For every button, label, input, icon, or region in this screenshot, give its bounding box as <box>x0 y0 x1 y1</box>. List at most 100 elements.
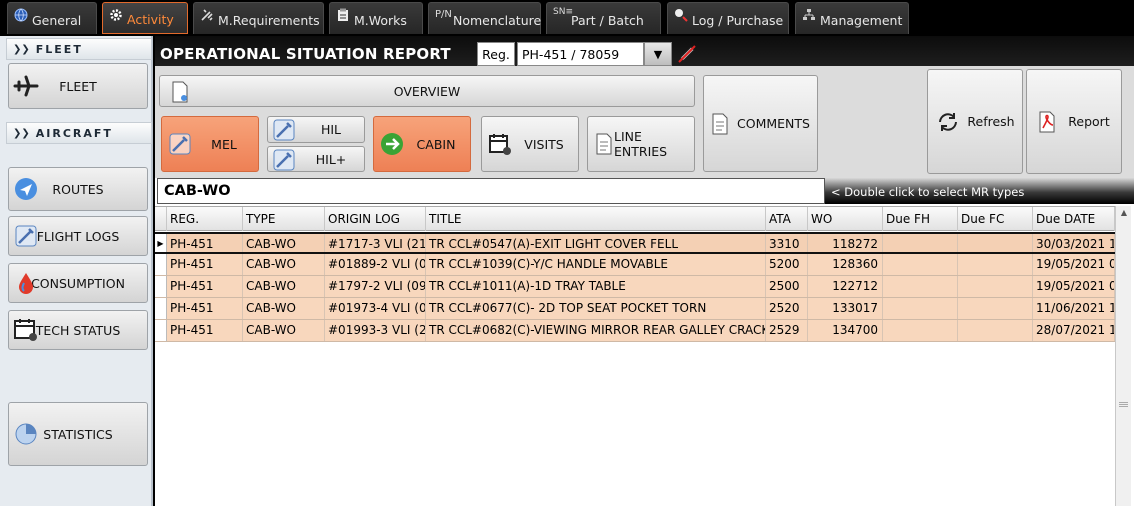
tab-label: M.Requirements <box>218 13 320 28</box>
table-cell: 28/07/2021 1 <box>1033 320 1115 341</box>
column-header[interactable]: Due FH <box>883 207 958 231</box>
top-tab-bar: General Activity M.Requirements M.Works … <box>0 0 1134 36</box>
table-cell: #01993-3 VLI (2 <box>325 320 426 341</box>
table-cell: PH-451 <box>167 276 243 297</box>
document-icon <box>596 133 612 155</box>
title-bar: OPERATIONAL SITUATION REPORT Reg. PH-451… <box>155 36 1134 66</box>
calendar-gear-icon <box>489 134 511 155</box>
button-label: Report <box>1068 114 1110 129</box>
sidebar-item-statistics[interactable]: STATISTICS <box>8 402 148 466</box>
wrench-icon <box>169 133 191 155</box>
column-header[interactable]: TYPE <box>243 207 325 231</box>
row-indicator[interactable] <box>155 320 167 341</box>
sidebar-section-fleet[interactable]: ❯❯ FLEET <box>6 38 152 60</box>
scroll-up-icon[interactable]: ▲ <box>1118 208 1130 220</box>
tab-nomenclature[interactable]: P/N Nomenclature <box>428 2 541 34</box>
sidebar-item-flight-logs[interactable]: FLIGHT LOGS <box>8 216 148 256</box>
tab-activity[interactable]: Activity <box>102 2 188 34</box>
button-label: CABIN <box>416 136 456 152</box>
reg-dropdown-button[interactable]: ▼ <box>644 42 672 66</box>
sidebar: ❯❯ FLEET FLEET ❯❯ AIRCRAFT ROUTES FLIGHT… <box>0 36 153 506</box>
table-row[interactable]: ▶ PH-451 CAB-WO #1717-3 VLI (21- TR CCL#0547… <box>155 232 1119 254</box>
row-indicator-header <box>155 207 167 231</box>
tab-part-batch[interactable]: SN≡ Part / Batch <box>546 2 661 34</box>
tab-general[interactable]: General <box>7 2 97 34</box>
table-row[interactable]: PH-451 CAB-WO #01993-3 VLI (2 TR CCL#0682(C… <box>155 320 1119 342</box>
tab-m-works[interactable]: M.Works <box>329 2 423 34</box>
column-header[interactable]: Due DATE <box>1033 207 1115 231</box>
table-cell: #1717-3 VLI (21- <box>325 234 426 252</box>
pie-chart-icon <box>15 423 37 445</box>
table-cell: 2500 <box>766 276 808 297</box>
table-cell: 118272 <box>808 234 883 252</box>
column-header[interactable]: Due FC <box>958 207 1033 231</box>
row-indicator[interactable] <box>155 276 167 297</box>
button-label: LINE ENTRIES <box>614 129 668 159</box>
gear-icon <box>110 9 122 21</box>
hil-button[interactable]: HIL <box>267 116 365 143</box>
line-entries-button[interactable]: LINE ENTRIES <box>587 116 695 172</box>
column-header[interactable]: REG. <box>167 207 243 231</box>
row-indicator[interactable] <box>155 254 167 275</box>
clipboard-icon <box>338 8 348 21</box>
table-cell: TR CCL#1039(C)-Y/C HANDLE MOVABLE <box>426 254 766 275</box>
table-cell: 3310 <box>766 234 808 252</box>
table-cell <box>883 254 958 275</box>
tab-m-requirements[interactable]: M.Requirements <box>193 2 324 34</box>
tab-label: Activity <box>127 12 174 27</box>
row-indicator[interactable]: ▶ <box>155 234 167 252</box>
chevron-down-icon: ❯❯ <box>13 43 30 55</box>
sidebar-item-routes[interactable]: ROUTES <box>8 167 148 211</box>
mr-type-field[interactable]: CAB-WO <box>157 178 825 204</box>
cabin-button[interactable]: CABIN <box>373 116 471 172</box>
document-icon <box>172 81 188 103</box>
sidebar-section-aircraft[interactable]: ❯❯ AIRCRAFT <box>6 122 152 144</box>
org-chart-icon <box>803 9 815 20</box>
button-label: COMMENTS <box>737 116 810 131</box>
pn-icon: P/N <box>435 9 452 20</box>
refresh-icon <box>939 113 957 131</box>
overview-button[interactable]: OVERVIEW <box>159 75 695 107</box>
column-header[interactable]: TITLE <box>426 207 766 231</box>
tab-log-purchase[interactable]: Log / Purchase <box>667 2 789 34</box>
hil-plus-button[interactable]: HIL+ <box>267 146 365 172</box>
table-cell <box>958 234 1033 252</box>
visits-button[interactable]: VISITS <box>481 116 579 172</box>
sidebar-item-consumption[interactable]: CONSUMPTION <box>8 263 148 303</box>
sidebar-item-fleet[interactable]: FLEET <box>8 63 148 109</box>
mel-button[interactable]: MEL <box>161 116 259 172</box>
comments-button[interactable]: COMMENTS <box>703 75 818 172</box>
table-cell <box>958 298 1033 319</box>
table-row[interactable]: PH-451 CAB-WO #01973-4 VLI (0 TR CCL#0677(C… <box>155 298 1119 320</box>
table-cell: #01889-2 VLI (0! <box>325 254 426 275</box>
report-button[interactable]: Report <box>1026 69 1122 174</box>
column-header[interactable]: ORIGIN LOG <box>325 207 426 231</box>
table-cell: #1797-2 VLI (09- <box>325 276 426 297</box>
sidebar-item-label: ROUTES <box>52 181 104 197</box>
table-cell: 2529 <box>766 320 808 341</box>
tab-management[interactable]: Management <box>795 2 909 34</box>
column-header[interactable]: WO <box>808 207 883 231</box>
tab-label: Management <box>820 13 903 28</box>
vertical-scrollbar[interactable]: ▲ <box>1115 206 1131 506</box>
reg-select[interactable]: PH-451 / 78059 <box>517 42 644 66</box>
sidebar-item-label: CONSUMPTION <box>31 275 125 291</box>
column-header[interactable]: ATA <box>766 207 808 231</box>
table-cell: CAB-WO <box>243 234 325 252</box>
pen-edit-icon[interactable] <box>677 44 697 64</box>
table-cell: 134700 <box>808 320 883 341</box>
refresh-button[interactable]: Refresh <box>927 69 1023 174</box>
table-cell: 30/03/2021 1 <box>1033 234 1115 252</box>
scroll-grip <box>1119 402 1128 403</box>
pdf-icon <box>1039 111 1055 133</box>
toolbar: OVERVIEW MEL HIL HIL+ CABIN VISITS LINE … <box>155 66 1134 178</box>
wrench-icon <box>273 119 295 141</box>
fuel-drop-icon <box>19 273 33 294</box>
table-row[interactable]: PH-451 CAB-WO #1797-2 VLI (09- TR CCL#1011(… <box>155 276 1119 298</box>
table-row[interactable]: PH-451 CAB-WO #01889-2 VLI (0! TR CCL#1039(… <box>155 254 1119 276</box>
button-label: MEL <box>211 136 237 152</box>
sidebar-item-label: FLIGHT LOGS <box>36 228 120 244</box>
sidebar-item-tech-status[interactable]: TECH STATUS <box>8 310 148 350</box>
table-cell: 133017 <box>808 298 883 319</box>
row-indicator[interactable] <box>155 298 167 319</box>
